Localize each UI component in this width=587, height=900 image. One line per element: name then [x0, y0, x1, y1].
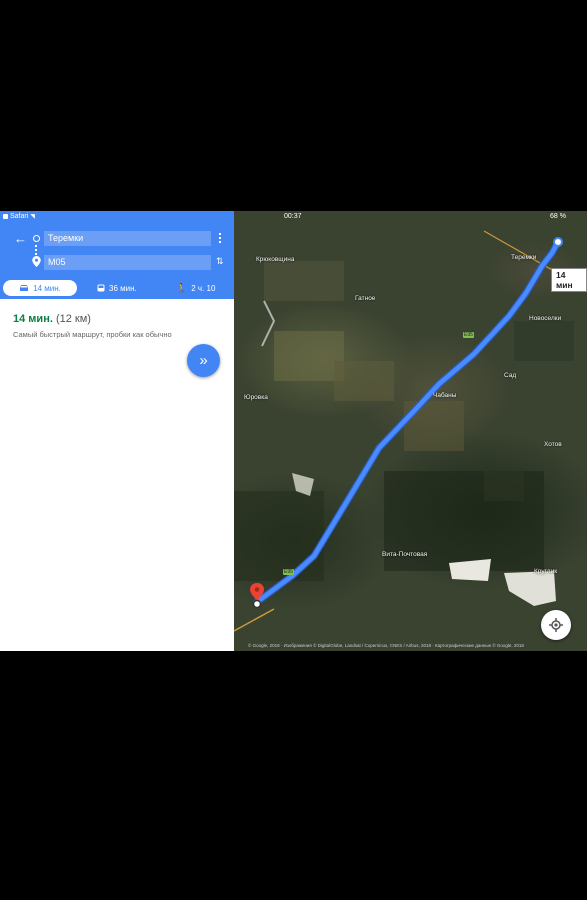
mode-walk-label: 2 ч. 10: [191, 283, 216, 293]
status-bar: Safari ◥: [3, 213, 35, 220]
origin-input[interactable]: Теремки: [44, 231, 211, 246]
map-label: Сад: [504, 372, 517, 379]
walk-icon: 🚶: [176, 282, 188, 293]
map-label: Гатное: [355, 295, 376, 302]
route-summary[interactable]: 14 мин. (12 км): [13, 313, 91, 325]
directions-header: Safari ◥ ← Теремки М05 ⇅ 14 мин. 36 мин.…: [0, 211, 234, 299]
swap-directions-icon[interactable]: ⇅: [216, 256, 224, 267]
map-label: Новоселки: [529, 315, 562, 322]
start-navigation-button[interactable]: »: [187, 344, 220, 377]
wifi-icon: ◥: [30, 214, 35, 220]
destination-input[interactable]: М05: [44, 255, 211, 270]
route-description: Самый быстрый маршрут, пробки как обычно: [13, 330, 172, 339]
mode-walk-tab[interactable]: 🚶 2 ч. 10: [176, 280, 215, 296]
start-pin-icon: [250, 583, 264, 609]
map-label: Теремки: [511, 254, 537, 261]
my-location-button[interactable]: [541, 610, 571, 640]
map-label: Крюковщина: [256, 256, 295, 263]
app-screen: Safari ◥ ← Теремки М05 ⇅ 14 мин. 36 мин.…: [0, 211, 587, 651]
directions-panel: Safari ◥ ← Теремки М05 ⇅ 14 мин. 36 мин.…: [0, 211, 234, 651]
route-line: [253, 238, 562, 606]
map-label: Круглик: [534, 568, 558, 575]
status-time: 00:37: [284, 213, 302, 220]
travel-modes: 14 мин. 36 мин. 🚶 2 ч. 10: [0, 277, 234, 299]
safari-icon: [3, 214, 8, 219]
more-options-icon[interactable]: [219, 233, 221, 243]
route-time: 14 мин.: [13, 313, 53, 325]
mode-transit-label: 36 мин.: [109, 283, 137, 293]
map-copyright: © Google, 2018 · Изображения © DigitalGl…: [248, 643, 524, 648]
map-label: Вита-Почтовая: [382, 551, 428, 558]
mode-transit-tab[interactable]: 36 мин.: [97, 280, 137, 296]
map-label: Хотов: [544, 441, 562, 448]
road-badge: Е95: [283, 569, 294, 575]
double-chevron-right-icon: »: [199, 352, 208, 369]
map-label: Чабаны: [433, 392, 457, 399]
origin-dot-icon: [33, 235, 40, 242]
road-badge: Е95: [463, 332, 474, 338]
route-distance: (12 км): [55, 313, 91, 325]
map-view[interactable]: 00:37 68 % Крюковщина Гатное Теремки Нов…: [234, 211, 587, 651]
status-app-name: Safari: [10, 213, 29, 220]
crosshair-icon: [549, 618, 563, 632]
car-icon: [20, 285, 29, 291]
map-label: Юровка: [244, 394, 268, 401]
back-arrow-icon[interactable]: ←: [14, 232, 27, 245]
transit-icon: [97, 284, 105, 291]
route-time-callout[interactable]: 14 мин: [551, 268, 587, 292]
mode-car-tab[interactable]: 14 мин.: [3, 280, 77, 296]
mode-car-label: 14 мин.: [33, 283, 61, 293]
route-dots: [35, 245, 37, 255]
destination-pin-icon: [32, 256, 41, 267]
destination-endpoint-icon: [553, 237, 563, 247]
status-battery: 68 %: [550, 213, 566, 220]
